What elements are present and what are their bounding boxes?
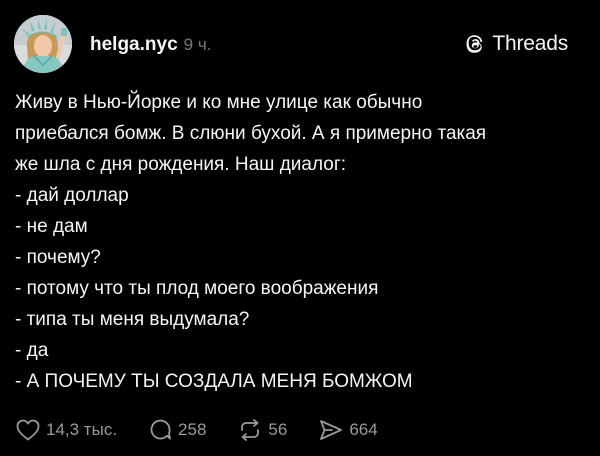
repost-icon — [241, 418, 260, 441]
post-line: - не дам — [15, 216, 88, 237]
post-line: - да — [15, 340, 49, 361]
post-line: Живу в Нью-Йорке и ко мне улице как обыч… — [15, 92, 423, 113]
comment-icon — [150, 419, 171, 440]
post-line: приебался бомж. В слюни бухой. А я приме… — [15, 123, 487, 144]
post-actions: 14,3 тыс. 258 56 664 — [16, 418, 410, 441]
threads-post: helga.nyc 9 ч. Threads Живу в Нью-Йорке … — [0, 0, 600, 456]
avatar[interactable] — [14, 15, 72, 73]
reply-button[interactable]: 258 — [149, 418, 206, 441]
reply-count: 258 — [178, 419, 207, 439]
post-line: - почему? — [15, 247, 101, 268]
threads-brand-label: Threads — [492, 32, 568, 55]
repost-button[interactable]: 56 — [238, 418, 288, 441]
post-body: Живу в Нью-Йорке и ко мне улице как обыч… — [15, 87, 585, 397]
repost-count: 56 — [268, 419, 288, 439]
send-icon — [320, 419, 343, 440]
post-header: helga.nyc 9 ч. — [90, 34, 211, 56]
avatar-image — [14, 15, 72, 73]
post-timestamp: 9 ч. — [183, 35, 212, 54]
post-line: - типа ты меня выдумала? — [15, 309, 250, 330]
share-count: 664 — [349, 419, 378, 439]
like-button[interactable]: 14,3 тыс. — [16, 419, 117, 441]
share-button[interactable]: 664 — [319, 419, 378, 441]
post-line: - А ПОЧЕМУ ТЫ СОЗДАЛА МЕНЯ БОМЖОМ — [15, 371, 413, 392]
post-line: же шла с дня рождения. Наш диалог: — [15, 154, 347, 175]
post-line: - потому что ты плод моего воображения — [15, 278, 379, 299]
username[interactable]: helga.nyc — [90, 34, 178, 56]
heart-icon — [16, 419, 40, 440]
like-count: 14,3 тыс. — [46, 419, 118, 439]
threads-brand: Threads — [463, 32, 568, 56]
threads-logo-icon — [463, 32, 487, 56]
post-line: - дай доллар — [15, 185, 129, 206]
